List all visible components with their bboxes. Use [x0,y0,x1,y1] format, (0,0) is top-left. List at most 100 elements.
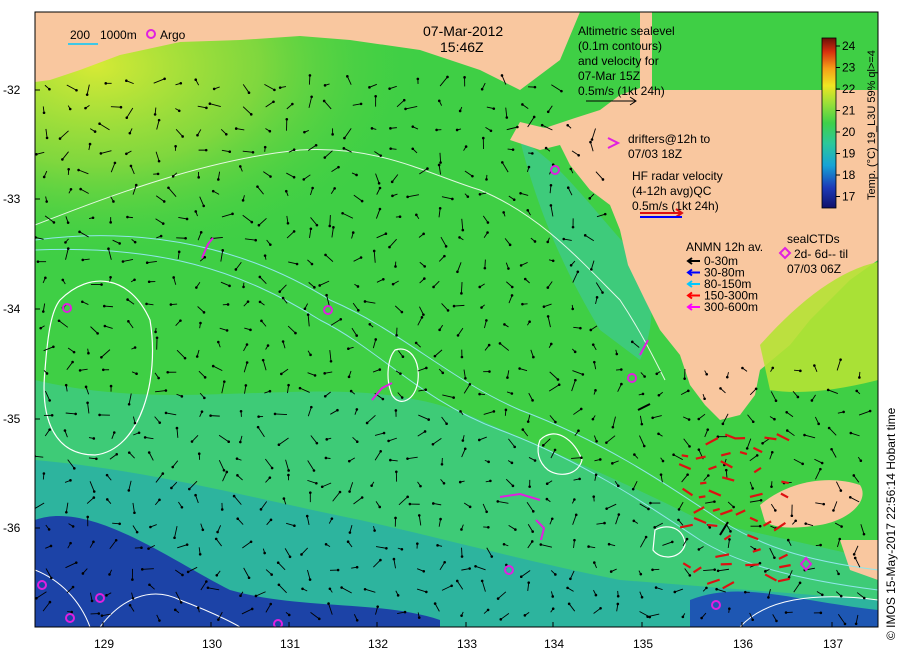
velocity-arrow-head [177,250,181,254]
velocity-arrow-head [385,546,388,550]
velocity-arrow-head [574,513,578,517]
velocity-arrow-head [284,189,288,193]
velocity-arrow-head [172,276,175,279]
velocity-arrow-head [640,595,644,599]
velocity-arrow-head [839,594,843,598]
velocity-arrow-head [402,98,406,102]
velocity-arrow-head [519,264,523,267]
velocity-arrow-head [681,615,685,619]
velocity-arrow-head [703,397,706,401]
velocity-arrow-head [687,418,691,421]
velocity-arrow-head [69,541,72,545]
velocity-arrow-head [113,161,117,165]
velocity-arrow-head [336,408,339,412]
velocity-arrow-head [292,148,296,152]
anmn-legend-label: 300-600m [704,300,758,314]
velocity-arrow-head [518,367,521,370]
velocity-arrow-head [657,432,660,436]
velocity-arrow-head [854,622,858,626]
velocity-arrow-head [84,106,87,110]
velocity-arrow-head [743,590,747,594]
radar-arrow [681,454,689,458]
velocity-arrow-head [134,183,138,187]
velocity-arrow-head [838,537,842,541]
velocity-arrow-head [533,459,537,462]
velocity-arrow-head [179,81,183,85]
velocity-arrow-head [533,85,537,89]
velocity-arrow-head [171,175,175,178]
velocity-arrow-head [706,428,710,431]
velocity-arrow-head [133,240,137,244]
velocity-arrow-head [148,583,151,587]
velocity-arrow-head [827,426,831,430]
velocity-arrow-head [303,130,306,134]
seal-ctd-legend: sealCTDs 2d- 6d-- til 07/03 06Z [778,232,848,276]
y-axis: -32 -33 -34 -35 -36 [3,83,40,535]
velocity-arrow-head [400,396,404,399]
velocity-arrow-head [212,87,216,91]
velocity-arrow-head [751,487,754,490]
velocity-arrow-head [202,311,206,314]
velocity-arrow-head [719,387,722,390]
velocity-arrow-head [179,601,183,604]
velocity-arrow-head [392,557,396,561]
velocity-arrow-head [166,370,170,374]
velocity-arrow-head [242,285,245,289]
velocity-arrow-head [355,334,359,337]
velocity-arrow-head [387,439,390,443]
velocity-arrow-head [269,602,273,606]
velocity-arrow-head [460,355,464,359]
velocity-arrow-head [569,263,573,267]
velocity-arrow-head [48,399,51,402]
velocity-arrow-head [799,369,802,373]
velocity-arrow-head [198,552,202,556]
velocity-arrow-head [281,340,285,343]
velocity-arrow-head [566,123,570,127]
velocity-arrow-head [147,547,150,550]
velocity-arrow-head [269,243,272,246]
velocity-arrow-head [774,509,777,512]
velocity-arrow-head [379,558,382,562]
velocity-arrow-head [510,294,514,297]
velocity-arrow-head [580,456,583,460]
velocity-arrow-head [492,107,496,110]
velocity-arrow-head [309,227,313,231]
velocity-arrow-head [631,487,635,491]
velocity-arrow-head [468,567,471,570]
velocity-arrow-head [245,343,249,346]
velocity-arrow-head [458,236,461,239]
scale-label-1000: 1000m [100,28,137,42]
velocity-arrow-head [268,129,272,133]
velocity-arrow-head [554,420,557,424]
velocity-arrow-head [485,178,488,181]
velocity-arrow-head [346,540,350,543]
velocity-arrow-head [501,161,504,164]
velocity-arrow-head [100,283,103,286]
velocity-arrow-head [569,577,572,581]
velocity-arrow-head [225,329,229,332]
velocity-arrow-head [566,186,570,190]
velocity-arrow-head [821,593,824,597]
velocity-arrow-head [419,484,422,488]
velocity-arrow-head [705,586,708,590]
velocity-arrow-head [489,129,493,133]
velocity-arrow-head [670,540,674,544]
y-tick-label: -32 [3,83,21,97]
velocity-arrow-head [390,180,394,184]
velocity-arrow-head [370,127,374,130]
velocity-arrow-head [261,358,265,362]
velocity-arrow-head [819,611,823,615]
velocity-arrow-head [773,417,776,421]
velocity-arrow-head [69,187,73,191]
velocity-arrow-head [135,372,138,376]
velocity-arrow-head [526,420,530,423]
velocity-arrow-head [360,496,364,499]
velocity-arrow-head [492,410,496,413]
velocity-arrow-head [36,260,40,263]
velocity-arrow-head [328,587,332,591]
velocity-arrow-head [603,212,607,216]
velocity-arrow-head [355,618,359,622]
velocity-arrow-head [471,174,474,178]
radar-arrow [707,523,718,528]
velocity-arrow-head [86,401,89,405]
